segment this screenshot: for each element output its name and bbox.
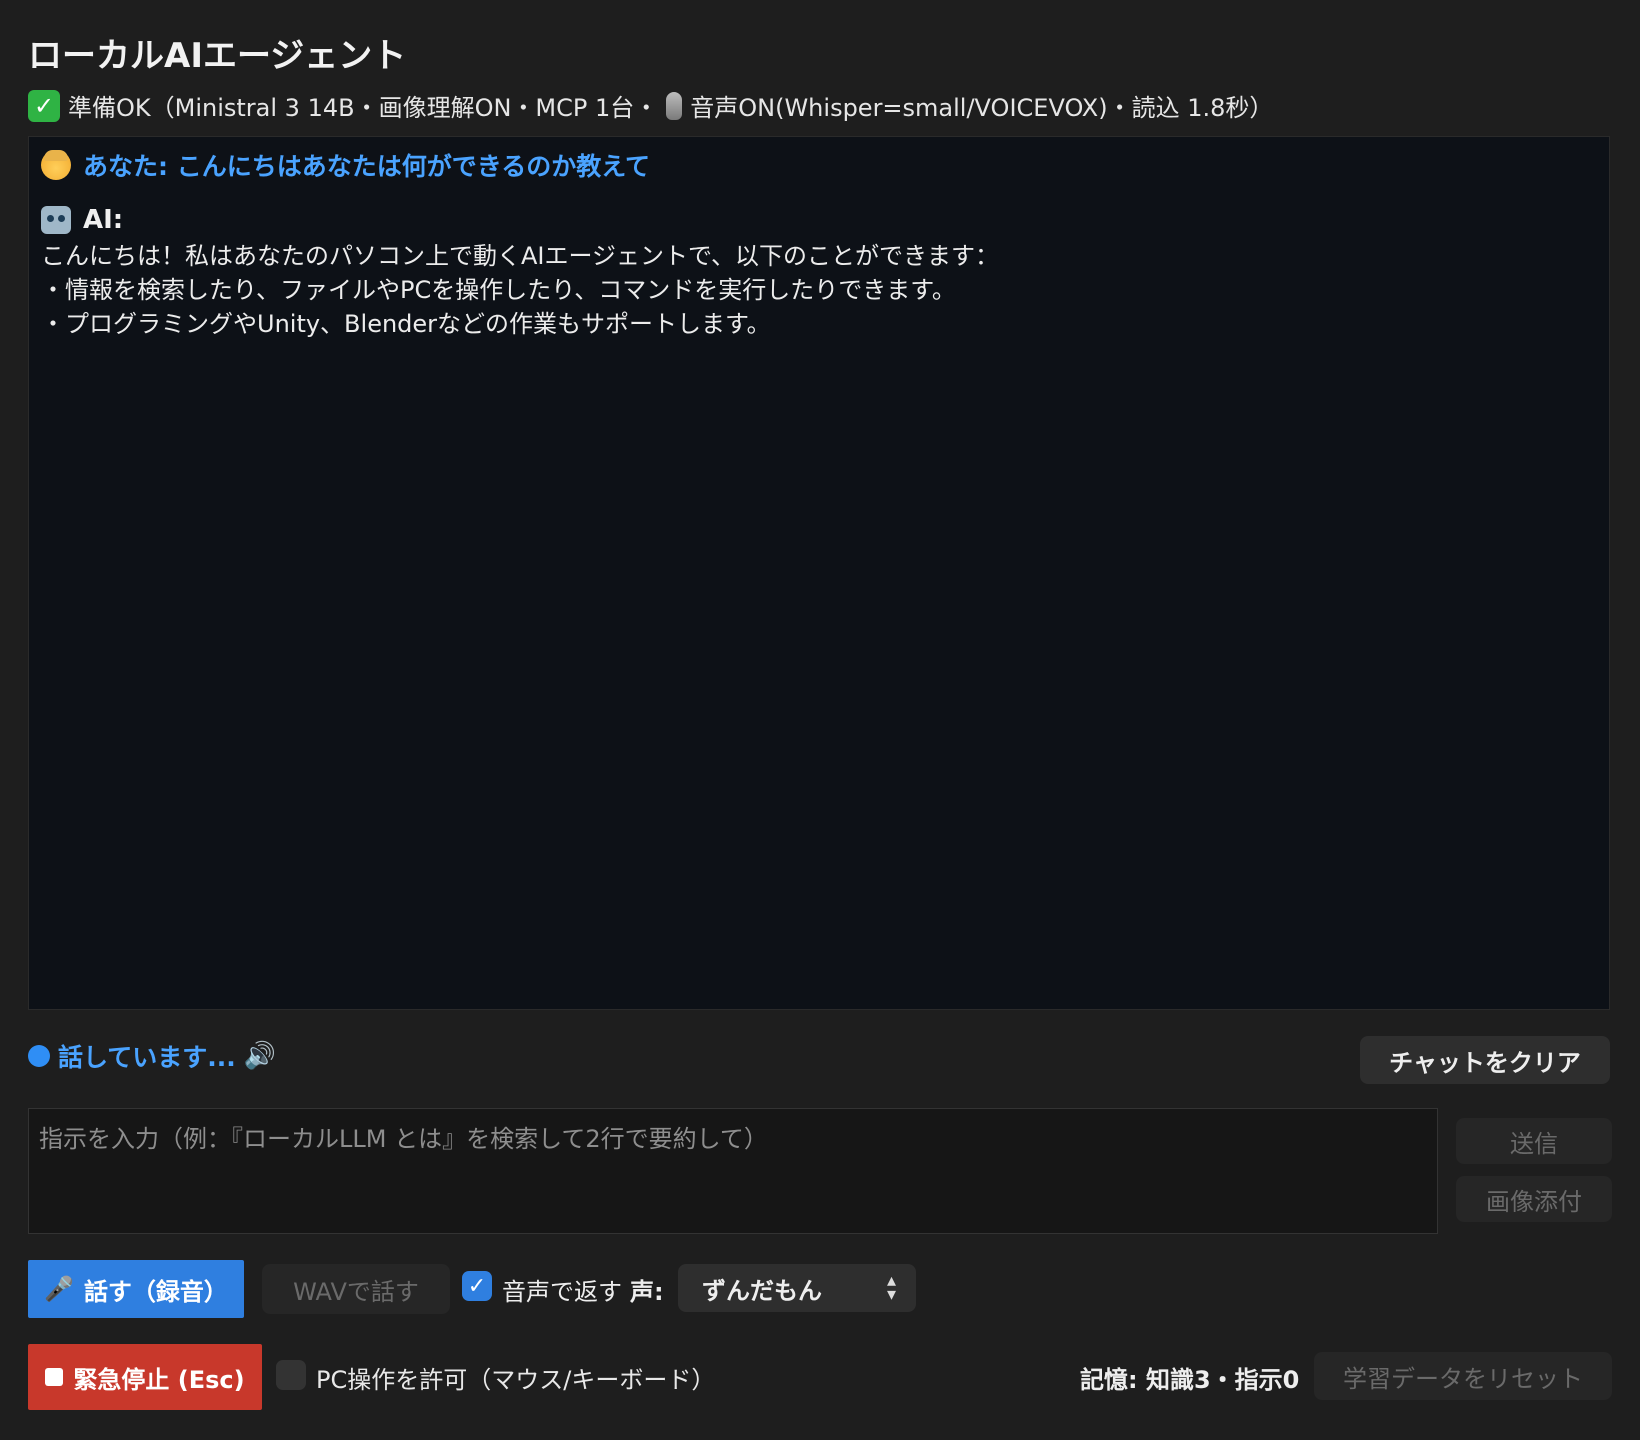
user-message: あなた: こんにちはあなたは何ができるのか教えて <box>41 147 1597 183</box>
memory-status: 記憶: 知識3・指示0 <box>1080 1366 1300 1394</box>
check-icon: ✓ <box>28 89 60 122</box>
emergency-stop-button[interactable]: 緊急停止 (Esc) <box>28 1344 262 1410</box>
voice-select[interactable]: ずんだもん ▴ ▾ <box>678 1264 916 1312</box>
ai-message-line: こんにちは！私はあなたのパソコン上で動くAIエージェントで、以下のことができます… <box>41 242 1000 270</box>
attach-image-button[interactable]: 画像添付 <box>1456 1176 1612 1222</box>
send-button[interactable]: 送信 <box>1456 1118 1612 1164</box>
status-text-main: 準備OK（Ministral 3 14B・画像理解ON・MCP 1台・ <box>68 94 659 122</box>
status-dot-icon <box>28 1045 50 1067</box>
microphone-icon: 🎤 <box>44 1275 74 1303</box>
pc-control-checkbox[interactable] <box>276 1360 306 1390</box>
reply-with-voice-checkbox[interactable]: ✓ <box>462 1271 492 1301</box>
ai-message-body: こんにちは！私はあなたのパソコン上で動くAIエージェントで、以下のことができます… <box>41 239 1597 341</box>
user-face-icon <box>41 150 71 180</box>
instruction-input[interactable] <box>28 1108 1438 1234</box>
chat-log[interactable]: あなた: こんにちはあなたは何ができるのか教えて AI: こんにちは！私はあなた… <box>28 136 1610 1010</box>
stop-square-icon <box>45 1368 64 1386</box>
speaking-indicator: 話しています... 🔊 <box>28 1038 276 1074</box>
select-arrows-icon: ▴ ▾ <box>886 1270 896 1305</box>
emergency-stop-label: 緊急停止 (Esc) <box>73 1365 245 1394</box>
app-title: ローカルAIエージェント <box>28 36 407 76</box>
ai-message-line: ・情報を検索したり、ファイルやPCを操作したり、コマンドを実行したりできます。 <box>41 276 956 304</box>
status-bar: ✓ 準備OK（Ministral 3 14B・画像理解ON・MCP 1台・ 音声… <box>28 88 1273 123</box>
speaking-text: 話しています... <box>58 1043 236 1072</box>
wav-talk-button[interactable]: WAVで話す <box>262 1264 450 1314</box>
robot-icon <box>41 206 71 234</box>
talk-record-button[interactable]: 🎤 話す（録音） <box>28 1260 244 1318</box>
user-message-text: あなた: こんにちはあなたは何ができるのか教えて <box>83 152 650 181</box>
ai-message-line: ・プログラミングやUnity、Blenderなどの作業もサポートします。 <box>41 310 771 338</box>
ai-label: AI: <box>83 205 124 235</box>
status-text-voice: 音声ON(Whisper=small/VOICEVOX)・読込 1.8秒） <box>690 94 1274 122</box>
reset-learning-button[interactable]: 学習データをリセット <box>1314 1352 1612 1400</box>
voice-select-value: ずんだもん <box>702 1276 822 1305</box>
pc-control-label[interactable]: PC操作を許可（マウス/キーボード） <box>316 1360 715 1395</box>
microphone-icon <box>666 91 683 120</box>
clear-chat-button[interactable]: チャットをクリア <box>1360 1036 1610 1084</box>
speaker-icon: 🔊 <box>243 1041 277 1071</box>
ai-message-header: AI: <box>41 205 1597 235</box>
reply-with-voice-label[interactable]: 音声で返す <box>502 1272 622 1307</box>
voice-label: 声: <box>630 1278 664 1306</box>
talk-record-label: 話す（録音） <box>83 1277 228 1306</box>
